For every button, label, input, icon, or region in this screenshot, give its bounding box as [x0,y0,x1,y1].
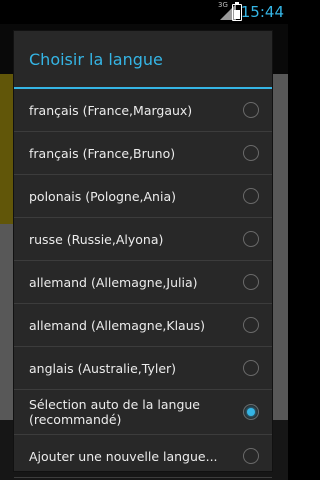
language-option[interactable]: anglais (Australie,Tyler) [14,347,272,390]
language-option[interactable]: polonais (Pologne,Ania) [14,175,272,218]
language-option-label: français (France,Bruno) [29,145,176,161]
language-list: français (France,Margaux) français (Fran… [14,89,272,478]
language-option[interactable]: russe (Russie,Alyona) [14,218,272,261]
radio-button[interactable] [243,231,259,247]
language-option-label: français (France,Margaux) [29,102,193,118]
language-option[interactable]: français (France,Margaux) [14,89,272,132]
language-option-label: anglais (Australie,Tyler) [29,360,177,376]
network-type-label: 3G [218,1,228,9]
radio-button[interactable] [243,145,259,161]
status-bar: 3G 15:44 [0,0,288,24]
radio-button[interactable] [243,188,259,204]
language-option-label: allemand (Allemagne,Julia) [29,274,198,290]
language-option-label: Ajouter une nouvelle langue... [29,448,218,464]
choose-language-dialog: Choisir la langue français (France,Marga… [13,30,273,478]
radio-button[interactable] [243,274,259,290]
add-language-option[interactable]: Ajouter une nouvelle langue... [14,435,272,478]
language-option-label: allemand (Allemagne,Klaus) [29,317,206,333]
dialog-title: Choisir la langue [29,50,163,69]
auto-language-option[interactable]: Sélection auto de la langue (recommandé) [14,390,272,435]
clock: 15:44 [240,3,284,21]
radio-button[interactable] [243,448,259,464]
radio-button[interactable] [243,360,259,376]
language-option[interactable]: français (France,Bruno) [14,132,272,175]
language-option[interactable]: allemand (Allemagne,Julia) [14,261,272,304]
language-option-label: russe (Russie,Alyona) [29,231,164,247]
radio-button[interactable] [243,317,259,333]
radio-button[interactable] [243,102,259,118]
language-option[interactable]: allemand (Allemagne,Klaus) [14,304,272,347]
radio-button-selected[interactable] [243,404,259,420]
language-option-label: polonais (Pologne,Ania) [29,188,176,204]
language-option-label: Sélection auto de la langue (recommandé) [29,397,200,427]
